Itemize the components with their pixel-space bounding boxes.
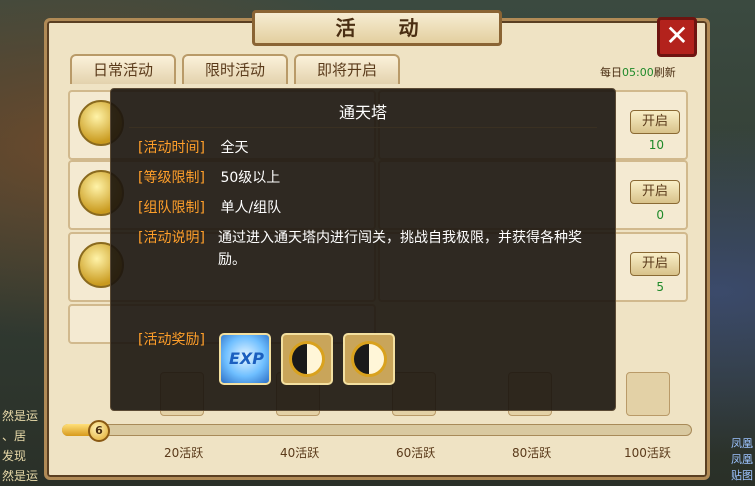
reward-item[interactable] [281, 333, 333, 385]
activity-score: 5 [656, 280, 664, 294]
milestone-label: 100活跃 [624, 446, 671, 460]
dialog-title: 通天塔 [338, 103, 387, 122]
detail-row: [活动时间] 全天 [138, 137, 608, 159]
tab-limited[interactable]: 限时活动 [182, 54, 288, 84]
reward-label: [活动奖励] [138, 332, 205, 348]
activity-score: 10 [648, 138, 664, 152]
milestone-label: 20活跃 [164, 446, 204, 460]
detail-value: 50级以上 [220, 170, 281, 186]
chat-line: 贴图 [731, 469, 753, 482]
chat-line: 然是运 [2, 469, 39, 483]
activity-open-button[interactable]: 开启 [630, 110, 680, 134]
yin-yang-icon [289, 341, 325, 377]
chat-line: 凤凰 [731, 437, 753, 450]
chat-snippet-left: 然是运 、居 发现 然是运 [0, 406, 46, 486]
activity-score: 0 [656, 208, 664, 222]
milestone-label: 40活跃 [280, 446, 320, 460]
tab-upcoming[interactable]: 即将开启 [294, 54, 400, 84]
close-icon: ✕ [665, 19, 689, 52]
yin-yang-icon [351, 341, 387, 377]
milestone-chest[interactable] [626, 372, 670, 416]
activity-open-button[interactable]: 开启 [630, 180, 680, 204]
close-button[interactable]: ✕ [657, 17, 697, 57]
panel-title: 活 动 [252, 10, 502, 46]
chat-line: 然是运 [2, 409, 39, 423]
chat-line: 、居 [2, 429, 27, 443]
activity-progress-track [62, 424, 692, 436]
chat-line: 凤凰 [731, 453, 753, 466]
activity-progress-value: 6 [88, 420, 110, 442]
activity-open-button[interactable]: 开启 [630, 252, 680, 276]
detail-description: 通过进入通天塔内进行闯关，挑战自我极限，并获得各种奖励。 [218, 230, 582, 268]
tab-daily[interactable]: 日常活动 [70, 54, 176, 84]
detail-label: [组队限制] [138, 200, 205, 216]
chat-snippet-right: 凤凰 凤凰 贴图 [721, 436, 755, 484]
activity-detail-dialog: 通天塔 [活动时间] 全天 [等级限制] 50级以上 [组队限制] 单人/组队 … [110, 88, 616, 411]
detail-value: 全天 [220, 140, 249, 156]
exp-icon: EXP [229, 349, 264, 368]
reward-item[interactable] [343, 333, 395, 385]
detail-row: [等级限制] 50级以上 [138, 167, 608, 189]
milestone-label: 60活跃 [396, 446, 436, 460]
detail-value: 单人/组队 [220, 200, 282, 216]
milestone-label: 80活跃 [512, 446, 552, 460]
detail-label: [活动时间] [138, 140, 205, 156]
refresh-info: 每日05:00刷新 [600, 66, 676, 79]
chat-line: 发现 [2, 449, 27, 463]
detail-label: [等级限制] [138, 170, 205, 186]
detail-label: [活动说明] [138, 230, 205, 246]
divider [129, 127, 597, 128]
reward-exp[interactable]: EXP [219, 333, 271, 385]
detail-row: [组队限制] 单人/组队 [138, 197, 608, 219]
